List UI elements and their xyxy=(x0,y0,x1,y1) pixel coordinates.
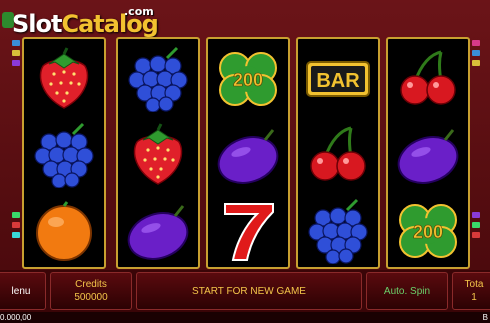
clover-200-icon: 200 xyxy=(208,41,288,117)
right-payline-markers-lower xyxy=(472,212,480,242)
slotcatalog-logo: SlotCatalog .com xyxy=(2,4,159,38)
left-payline-markers-lower xyxy=(12,212,20,242)
left-payline-markers xyxy=(12,40,20,70)
reel-5: 200 xyxy=(386,37,470,269)
start-button[interactable]: START FOR NEW GAME xyxy=(136,272,362,310)
total-bet-panel: Tota 1 xyxy=(452,272,490,310)
reel-2 xyxy=(116,37,200,269)
reel-3: 200 xyxy=(206,37,290,269)
grapes-icon xyxy=(298,193,378,269)
strawberry-icon xyxy=(24,41,104,117)
right-payline-markers xyxy=(472,40,480,70)
bet-readout: B xyxy=(482,313,488,322)
reel-1 xyxy=(22,37,106,269)
orange-icon xyxy=(24,193,104,269)
seven-icon xyxy=(208,193,288,269)
credits-label: Credits xyxy=(75,279,107,290)
logo-dotcom: .com xyxy=(124,5,154,18)
grapes-icon xyxy=(24,117,104,193)
svg-text:BAR: BAR xyxy=(316,70,360,92)
svg-text:200: 200 xyxy=(413,222,443,242)
total-value: 1 xyxy=(471,292,477,303)
cherry-icon xyxy=(298,117,378,193)
bar-icon: BAR xyxy=(298,41,378,117)
auto-spin-button[interactable]: Auto. Spin xyxy=(366,272,448,310)
plum-icon xyxy=(388,117,468,193)
svg-text:200: 200 xyxy=(233,70,263,90)
balance-readout: 0.000,00 xyxy=(0,313,32,322)
status-bar: 0.000,00 B xyxy=(0,312,490,323)
grapes-icon xyxy=(118,41,198,117)
clover-200-icon: 200 xyxy=(388,193,468,269)
cherry-icon xyxy=(388,41,468,117)
strawberry-icon xyxy=(118,117,198,193)
menu-button[interactable]: lenu xyxy=(0,272,46,310)
credits-value: 500000 xyxy=(74,292,108,303)
credits-panel: Credits 500000 xyxy=(50,272,132,310)
plum-icon xyxy=(118,193,198,269)
reel-4: BAR xyxy=(296,37,380,269)
total-label: Tota xyxy=(464,279,484,290)
control-bar: lenu Credits 500000 START FOR NEW GAME A… xyxy=(0,270,490,312)
plum-icon xyxy=(208,117,288,193)
